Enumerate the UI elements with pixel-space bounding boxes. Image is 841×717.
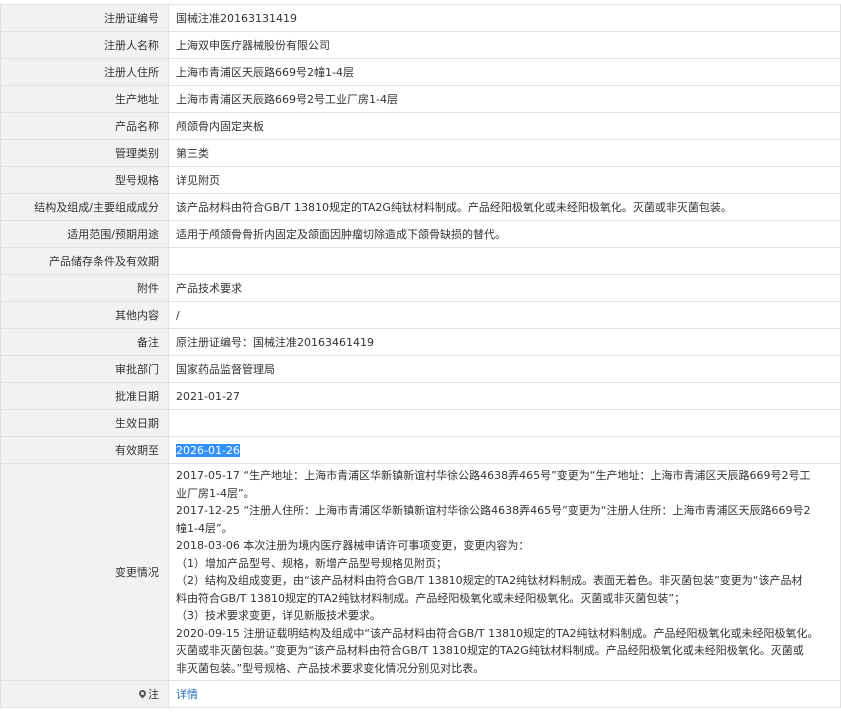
change-line: 灭菌或非灭菌包装。”变更为“该产品材料由符合GB/T 13810规定的TA2G纯… bbox=[176, 644, 804, 657]
row-remark: 备注 原注册证编号：国械注准20163461419 bbox=[0, 328, 841, 356]
row-approval-date: 批准日期 2021-01-27 bbox=[0, 382, 841, 410]
row-value: 详见附页 bbox=[168, 166, 841, 194]
row-label: 型号规格 bbox=[0, 166, 169, 194]
note-label-cell: 注 bbox=[0, 680, 169, 708]
change-line: 2017-05-17 “生产地址：上海市青浦区华新镇新谊村华徐公路4638弄46… bbox=[176, 469, 811, 482]
change-line: （2）结构及组成变更，由“该产品材料由符合GB/T 13810规定的TA2纯钛材… bbox=[176, 574, 803, 587]
row-registrant-address: 注册人住所 上海市青浦区天辰路669号2幢1-4层 bbox=[0, 58, 841, 86]
change-line: （1）增加产品型号、规格，新增产品型号规格见附页； bbox=[176, 556, 447, 570]
row-label: 生效日期 bbox=[0, 409, 169, 437]
row-label: 批准日期 bbox=[0, 382, 169, 410]
row-value: 上海市青浦区天辰路669号2幢1-4层 bbox=[168, 58, 841, 86]
row-expiry-date: 有效期至 2026-01-26 bbox=[0, 436, 841, 464]
row-label: 审批部门 bbox=[0, 355, 169, 383]
selected-expiry-date[interactable]: 2026-01-26 bbox=[176, 443, 240, 457]
row-label: 附件 bbox=[0, 274, 169, 302]
row-value: 国械注准20163131419 bbox=[168, 4, 841, 32]
row-storage-shelf-life: 产品储存条件及有效期 bbox=[0, 247, 841, 275]
row-change-history: 变更情况 2017-05-17 “生产地址：上海市青浦区华新镇新谊村华徐公路46… bbox=[0, 463, 841, 681]
row-other: 其他内容 / bbox=[0, 301, 841, 329]
row-label: 有效期至 bbox=[0, 436, 169, 464]
row-note: 注 详情 bbox=[0, 680, 841, 708]
row-label: 注册人住所 bbox=[0, 58, 169, 86]
change-line: （3）技术要求变更，详见新版技术要求。 bbox=[176, 609, 381, 622]
row-value bbox=[168, 409, 841, 437]
row-label: 产品名称 bbox=[0, 112, 169, 140]
row-value: 2026-01-26 bbox=[168, 436, 841, 464]
row-value: 原注册证编号：国械注准20163461419 bbox=[168, 328, 841, 356]
row-value: 颅颌骨内固定夹板 bbox=[168, 112, 841, 140]
row-label: 注册人名称 bbox=[0, 31, 169, 59]
note-value-cell: 详情 bbox=[168, 680, 841, 708]
change-line: 幢1-4层”。 bbox=[176, 521, 233, 535]
row-approval-department: 审批部门 国家药品监督管理局 bbox=[0, 355, 841, 383]
row-label: 结构及组成/主要组成成分 bbox=[0, 193, 169, 221]
row-value bbox=[168, 247, 841, 275]
row-value: / bbox=[168, 301, 841, 329]
row-model-spec: 型号规格 详见附页 bbox=[0, 166, 841, 194]
change-line: 2020-09-15 注册证载明结构及组成中“该产品材料由符合GB/T 1381… bbox=[176, 626, 819, 640]
change-line: 2018-03-06 本次注册为境内医疗器械申请许可事项变更，变更内容为： bbox=[176, 539, 530, 552]
row-attachment: 附件 产品技术要求 bbox=[0, 274, 841, 302]
change-line: 业厂房1-4层”。 bbox=[176, 486, 255, 500]
row-value: 产品技术要求 bbox=[168, 274, 841, 302]
row-registrant-name: 注册人名称 上海双申医疗器械股份有限公司 bbox=[0, 31, 841, 59]
row-label: 生产地址 bbox=[0, 85, 169, 113]
details-link[interactable]: 详情 bbox=[176, 688, 198, 701]
row-label: 注册证编号 bbox=[0, 4, 169, 32]
row-registration-number: 注册证编号 国械注准20163131419 bbox=[0, 4, 841, 32]
row-label: 产品储存条件及有效期 bbox=[0, 247, 169, 275]
row-label: 变更情况 bbox=[0, 463, 169, 681]
pin-icon bbox=[139, 690, 146, 699]
row-label: 其他内容 bbox=[0, 301, 169, 329]
row-value: 上海市青浦区天辰路669号2号工业厂房1-4层 bbox=[168, 85, 841, 113]
row-product-name: 产品名称 颅颌骨内固定夹板 bbox=[0, 112, 841, 140]
row-label: 备注 bbox=[0, 328, 169, 356]
change-history-content: 2017-05-17 “生产地址：上海市青浦区华新镇新谊村华徐公路4638弄46… bbox=[168, 463, 841, 681]
change-line: 料由符合GB/T 13810规定的TA2纯钛材料制成。产品经阳极氧化或未经阳极氧… bbox=[176, 591, 686, 605]
row-value: 国家药品监督管理局 bbox=[168, 355, 841, 383]
row-value: 适用于颅颌骨骨折内固定及颌面因肿瘤切除造成下颌骨缺损的替代。 bbox=[168, 220, 841, 248]
row-effective-date: 生效日期 bbox=[0, 409, 841, 437]
row-management-class: 管理类别 第三类 bbox=[0, 139, 841, 167]
note-label: 注 bbox=[148, 688, 159, 701]
row-label: 适用范围/预期用途 bbox=[0, 220, 169, 248]
row-structure-composition: 结构及组成/主要组成成分 该产品材料由符合GB/T 13810规定的TA2G纯钛… bbox=[0, 193, 841, 221]
row-label: 管理类别 bbox=[0, 139, 169, 167]
row-value: 第三类 bbox=[168, 139, 841, 167]
row-value: 2021-01-27 bbox=[168, 382, 841, 410]
row-intended-use: 适用范围/预期用途 适用于颅颌骨骨折内固定及颌面因肿瘤切除造成下颌骨缺损的替代。 bbox=[0, 220, 841, 248]
row-value: 上海双申医疗器械股份有限公司 bbox=[168, 31, 841, 59]
row-value: 该产品材料由符合GB/T 13810规定的TA2G纯钛材料制成。产品经阳极氧化或… bbox=[168, 193, 841, 221]
row-production-address: 生产地址 上海市青浦区天辰路669号2号工业厂房1-4层 bbox=[0, 85, 841, 113]
change-line: 非灭菌包装。”型号规格、产品技术要求变化情况分别见对比表。 bbox=[176, 661, 485, 675]
registration-table: 注册证编号 国械注准20163131419 注册人名称 上海双申医疗器械股份有限… bbox=[0, 4, 841, 708]
registration-table-body: 注册证编号 国械注准20163131419 注册人名称 上海双申医疗器械股份有限… bbox=[0, 4, 841, 708]
change-line: 2017-12-25 “注册人住所：上海市青浦区华新镇新谊村华徐公路4638弄4… bbox=[176, 504, 811, 517]
